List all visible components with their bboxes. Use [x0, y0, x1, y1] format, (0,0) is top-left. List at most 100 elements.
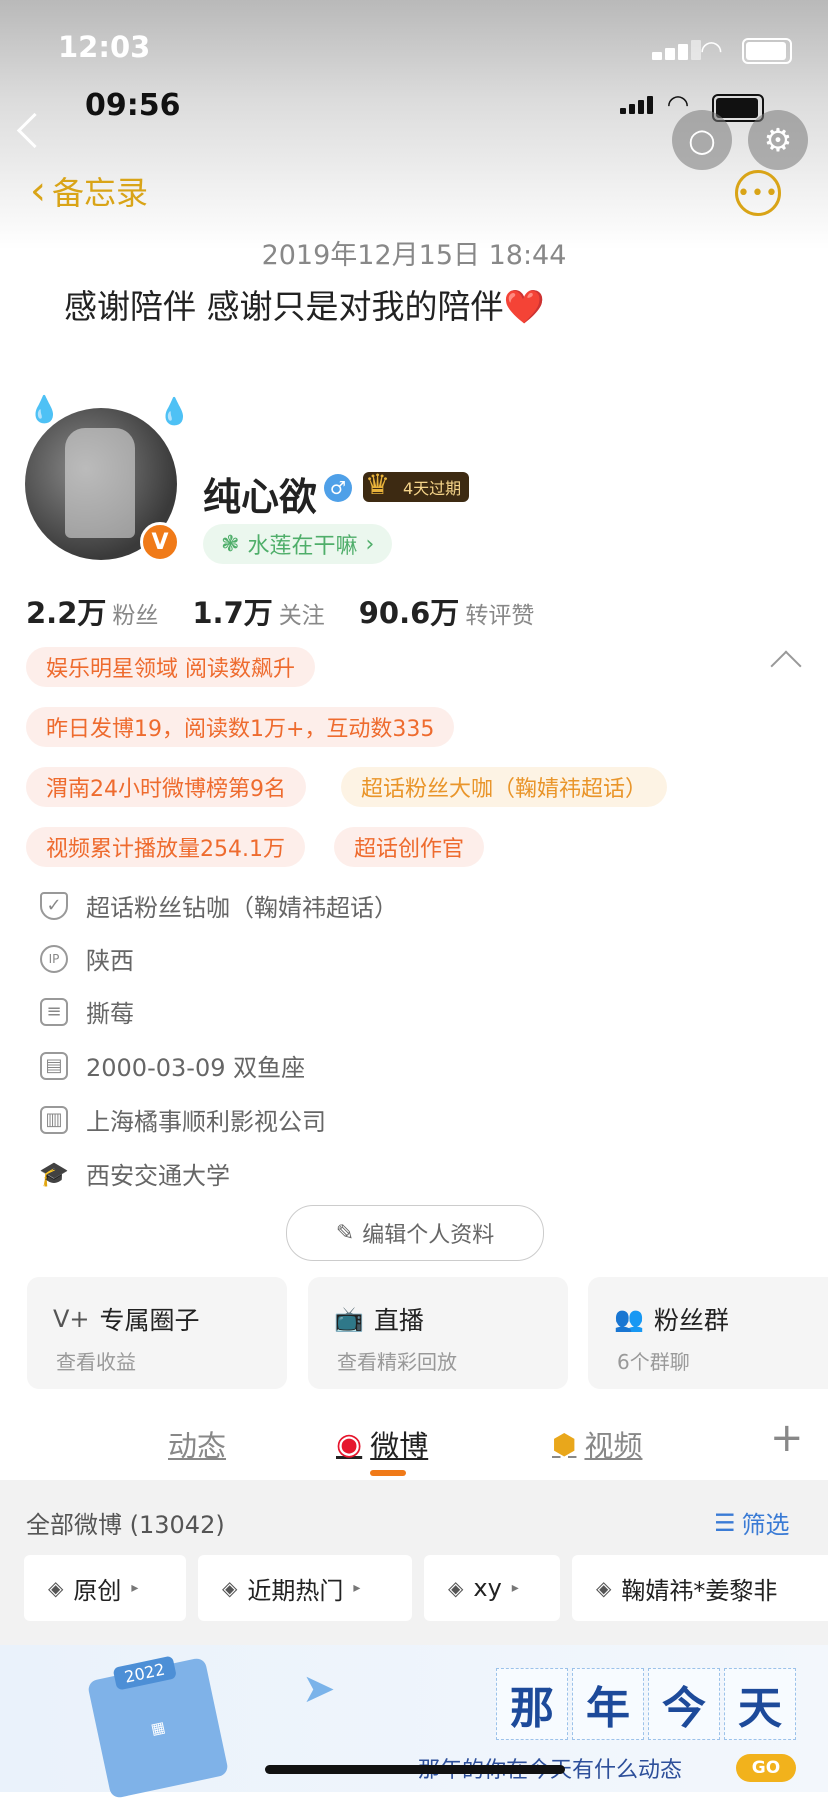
memo-date: 2019年12月15日 18:44	[261, 240, 567, 271]
info-row-company: ▥ 上海橘事顺利影视公司	[40, 1102, 326, 1137]
info-text: 2000-03-09 双鱼座	[86, 1054, 306, 1082]
filter-button[interactable]: ☰ 筛选	[714, 1505, 790, 1540]
droplet-icon: 💧	[158, 397, 191, 427]
card-exclusive-circle[interactable]: V+ 专属圈子 查看收益	[27, 1277, 287, 1389]
tab-weibo[interactable]: ◉ 微博	[336, 1423, 428, 1465]
stat-number: 2.2万	[26, 596, 107, 630]
profile-tabs: 动态 ◉ 微博 ⬢ 视频 +	[0, 1415, 828, 1480]
vip-badge-label: 4天过期	[403, 479, 462, 498]
edit-profile-label: 编辑个人资料	[362, 1223, 495, 1248]
shield-icon: ✓	[40, 891, 68, 920]
filter-chip-xy[interactable]: ◈ xy ▸	[424, 1555, 560, 1621]
vip-badge[interactable]: ♛ 4天过期	[363, 468, 470, 502]
building-icon: ▥	[40, 1105, 68, 1134]
info-text: 超话粉丝钻咖（鞠婧祎超话）	[86, 894, 398, 922]
tag-chip[interactable]: 昨日发博19，阅读数1万+，互动数335	[26, 707, 455, 747]
calendar-grid-icon: ▦	[149, 1717, 167, 1739]
memo-title: 备忘录	[52, 174, 149, 212]
tab-add-button[interactable]: +	[770, 1415, 804, 1461]
outer-wifi-icon: ◠	[700, 36, 723, 66]
stat-following[interactable]: 1.7万 关注	[192, 590, 324, 632]
info-row-bio: ≡ 撕莓	[40, 994, 134, 1029]
tag-chip[interactable]: 娱乐明星领域 阅读数飙升	[26, 647, 315, 687]
tag-chip[interactable]: 超话创作官	[334, 827, 485, 867]
chip-label: 原创	[73, 1576, 122, 1605]
settings-button[interactable]: ⚙	[748, 110, 808, 170]
search-icon: ○	[688, 121, 716, 159]
filter-chip-original[interactable]: ◈ 原创 ▸	[24, 1555, 186, 1621]
card-subtitle: 查看精彩回放	[337, 1350, 457, 1374]
graduation-cap-icon: 🎓	[39, 1159, 69, 1188]
info-row-school: 🎓 西安交通大学	[39, 1156, 230, 1191]
stat-number: 90.6万	[358, 596, 460, 630]
stats-row: 2.2万 粉丝 1.7万 关注 90.6万 转评赞	[26, 590, 534, 632]
tag-chip[interactable]: 渭南24小时微博榜第9名	[26, 767, 306, 807]
card-title: 粉丝群	[653, 1306, 729, 1335]
card-subtitle: 查看收益	[56, 1350, 136, 1374]
banner-char: 天	[724, 1668, 796, 1740]
group-icon: 👥	[614, 1305, 644, 1333]
paper-plane-icon: ➤	[302, 1666, 336, 1712]
edit-profile-button[interactable]: ✎ 编辑个人资料	[286, 1205, 544, 1261]
card-fan-group[interactable]: 👥 粉丝群 6个群聊	[588, 1277, 828, 1389]
chevron-right-icon: ›	[365, 531, 375, 557]
banner-go-button[interactable]: GO	[736, 1754, 796, 1782]
filter-icon: ☰	[714, 1508, 736, 1537]
tag-chip[interactable]: 超话粉丝大咖（鞠婧祎超话）	[341, 767, 668, 807]
outer-battery-icon	[742, 38, 792, 64]
weibo-logo-icon: ◉	[336, 1426, 363, 1462]
banner-char: 那	[496, 1668, 568, 1740]
info-text: 撕莓	[86, 1000, 134, 1028]
card-subtitle: 6个群聊	[617, 1350, 690, 1374]
card-title: 直播	[373, 1306, 424, 1335]
outer-status-time: 12:03	[58, 30, 151, 64]
droplet-icon: 💧	[28, 395, 61, 425]
chip-label: xy	[473, 1574, 502, 1602]
caret-right-icon: ▸	[511, 1580, 519, 1596]
info-text: 上海橘事顺利影视公司	[86, 1108, 326, 1136]
status-text: 水莲在干嘛	[247, 534, 358, 559]
tab-label: 微博	[370, 1429, 429, 1463]
calendar-illustration-icon: 2022 ▦	[86, 1655, 230, 1799]
tag-chip[interactable]: 视频累计播放量254.1万	[26, 827, 305, 867]
chevron-up-icon[interactable]	[770, 650, 802, 682]
stat-followers[interactable]: 2.2万 粉丝	[26, 590, 158, 632]
memo-back-button[interactable]: ‹ 备忘录	[30, 168, 148, 214]
status-pill[interactable]: ❃ 水莲在干嘛 ›	[203, 524, 393, 564]
banner-char: 今	[648, 1668, 720, 1740]
calendar-icon: ▤	[40, 1051, 68, 1080]
pencil-icon: ✎	[335, 1220, 355, 1246]
more-button[interactable]: •••	[735, 170, 781, 216]
chip-label: 近期热门	[247, 1576, 344, 1605]
search-button[interactable]: ○	[672, 110, 732, 170]
stat-label: 关注	[278, 603, 325, 629]
lotus-icon: ❃	[221, 531, 240, 557]
filter-chip-custom[interactable]: ◈ 鞠婧祎*姜黎非	[572, 1555, 828, 1621]
stat-interactions[interactable]: 90.6万 转评赞	[359, 590, 535, 632]
gear-icon: ⚙	[763, 121, 793, 159]
verified-badge-icon: V	[140, 522, 180, 562]
memo-body: 感谢陪伴 感谢只是对我的陪伴	[64, 287, 504, 326]
chip-label: 鞠婧祎*姜黎非	[621, 1576, 778, 1605]
tab-label: 视频	[584, 1429, 643, 1463]
info-row-ip: IP 陕西	[40, 941, 134, 976]
card-live[interactable]: 📺 直播 查看精彩回放	[308, 1277, 568, 1389]
outer-signal-icon	[652, 40, 704, 60]
tab-label: 动态	[168, 1429, 227, 1463]
inner-signal-icon	[620, 96, 656, 114]
ip-icon: IP	[40, 944, 68, 973]
filter-chip-hot[interactable]: ◈ 近期热门 ▸	[198, 1555, 412, 1621]
tab-video[interactable]: ⬢ 视频	[552, 1423, 642, 1465]
profile-name: 纯心欲	[203, 475, 318, 519]
ellipsis-icon: •••	[737, 180, 779, 206]
layers-icon: ◈	[448, 1576, 464, 1600]
tab-dynamic[interactable]: 动态	[168, 1423, 226, 1465]
caret-right-icon: ▸	[131, 1580, 139, 1596]
caret-right-icon: ▸	[353, 1580, 361, 1596]
layers-icon: ◈	[48, 1576, 64, 1600]
crown-icon: ♛	[365, 468, 391, 501]
filter-label: 筛选	[741, 1511, 790, 1539]
chevron-left-icon: ‹	[30, 168, 46, 214]
layers-icon: ◈	[596, 1576, 612, 1600]
inner-status-time: 09:56	[85, 88, 181, 123]
